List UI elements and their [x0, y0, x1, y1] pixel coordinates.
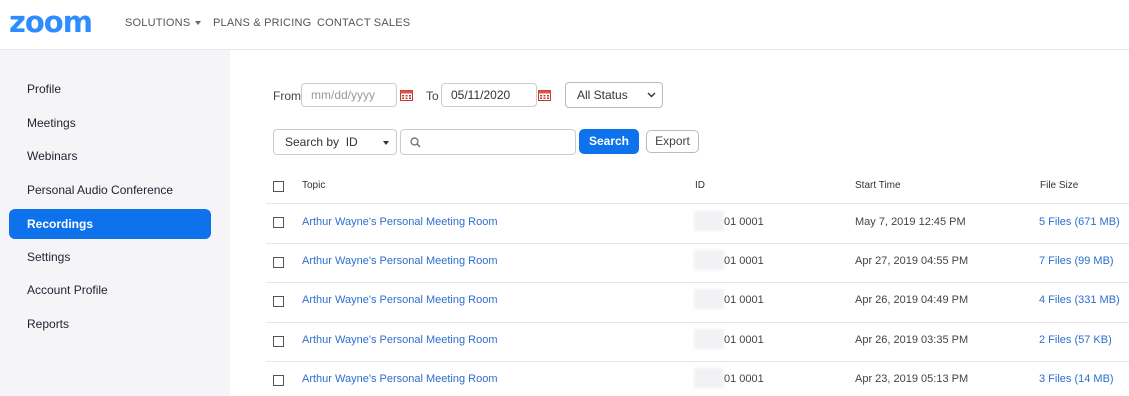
column-header-id: ID [695, 180, 705, 191]
sidebar-item-meetings[interactable]: Meetings [9, 108, 211, 138]
sidebar-item-account-profile[interactable]: Account Profile [9, 275, 211, 305]
from-date-input[interactable]: mm/dd/yyyy [301, 83, 397, 107]
redacted-id-prefix [694, 329, 724, 349]
caret-down-icon [195, 21, 202, 26]
row-checkbox[interactable] [273, 296, 284, 307]
meeting-id: 01 0001 [724, 373, 764, 385]
calendar-icon[interactable] [538, 89, 551, 101]
topic-link[interactable]: Arthur Wayne's Personal Meeting Room [302, 373, 498, 385]
row-checkbox[interactable] [273, 217, 284, 228]
row-checkbox[interactable] [273, 257, 284, 268]
column-header-file-size: File Size [1040, 180, 1079, 191]
meeting-id: 01 0001 [724, 216, 764, 228]
search-by-value: Search by ID [285, 135, 358, 149]
calendar-icon[interactable] [400, 89, 413, 101]
file-size-link[interactable]: 5 Files (671 MB) [1039, 216, 1120, 228]
sidebar-item-settings[interactable]: Settings [9, 242, 211, 272]
sidebar-item-recordings[interactable]: Recordings [9, 209, 211, 239]
divider [266, 243, 1129, 244]
search-icon [410, 137, 421, 148]
nav-solutions[interactable]: SOLUTIONS [125, 17, 202, 29]
nav-plans-pricing[interactable]: PLANS & PRICING [213, 17, 311, 29]
start-time: Apr 27, 2019 04:55 PM [855, 255, 969, 267]
row-checkbox[interactable] [273, 336, 284, 347]
status-select-value: All Status [577, 88, 628, 102]
divider [266, 203, 1129, 204]
start-time: Apr 26, 2019 03:35 PM [855, 334, 969, 346]
file-size-link[interactable]: 4 Files (331 MB) [1039, 294, 1120, 306]
start-time: Apr 23, 2019 05:13 PM [855, 373, 969, 385]
top-navigation-bar: zoom SOLUTIONS PLANS & PRICING CONTACT S… [0, 0, 1129, 50]
divider [266, 361, 1129, 362]
start-time: Apr 26, 2019 04:49 PM [855, 294, 969, 306]
select-all-checkbox[interactable] [273, 181, 284, 192]
to-label: To [426, 89, 439, 103]
divider [266, 282, 1129, 283]
topic-link[interactable]: Arthur Wayne's Personal Meeting Room [302, 255, 498, 267]
search-button[interactable]: Search [579, 129, 639, 154]
file-size-link[interactable]: 7 Files (99 MB) [1039, 255, 1114, 267]
meeting-id: 01 0001 [724, 294, 764, 306]
topic-link[interactable]: Arthur Wayne's Personal Meeting Room [302, 216, 498, 228]
sidebar-item-personal-audio-conference[interactable]: Personal Audio Conference [9, 175, 211, 205]
redacted-id-prefix [694, 250, 724, 270]
zoom-logo[interactable]: zoom [9, 5, 93, 39]
column-header-topic: Topic [302, 180, 326, 191]
topic-link[interactable]: Arthur Wayne's Personal Meeting Room [302, 294, 498, 306]
column-header-start-time: Start Time [855, 180, 901, 191]
file-size-link[interactable]: 2 Files (57 KB) [1039, 334, 1112, 346]
status-select[interactable]: All Status [565, 82, 663, 108]
caret-down-icon [383, 141, 389, 145]
sidebar: Profile Meetings Webinars Personal Audio… [0, 50, 230, 396]
search-by-select[interactable]: Search by ID [273, 129, 397, 155]
redacted-id-prefix [694, 289, 724, 309]
sidebar-item-profile[interactable]: Profile [9, 74, 211, 104]
start-time: May 7, 2019 12:45 PM [855, 216, 966, 228]
divider [266, 322, 1129, 323]
from-date-placeholder: mm/dd/yyyy [311, 88, 376, 102]
export-button[interactable]: Export [646, 130, 699, 153]
nav-contact-sales[interactable]: CONTACT SALES [317, 17, 410, 29]
file-size-link[interactable]: 3 Files (14 MB) [1039, 373, 1114, 385]
from-label: From [273, 89, 301, 103]
nav-solutions-label: SOLUTIONS [125, 17, 191, 29]
sidebar-item-reports[interactable]: Reports [9, 309, 211, 339]
topic-link[interactable]: Arthur Wayne's Personal Meeting Room [302, 334, 498, 346]
row-checkbox[interactable] [273, 375, 284, 386]
search-input[interactable] [400, 129, 576, 155]
chevron-down-icon [647, 92, 656, 98]
meeting-id: 01 0001 [724, 255, 764, 267]
sidebar-item-webinars[interactable]: Webinars [9, 141, 211, 171]
to-date-input[interactable]: 05/11/2020 [441, 83, 537, 107]
meeting-id: 01 0001 [724, 334, 764, 346]
redacted-id-prefix [694, 368, 724, 388]
redacted-id-prefix [694, 211, 724, 231]
